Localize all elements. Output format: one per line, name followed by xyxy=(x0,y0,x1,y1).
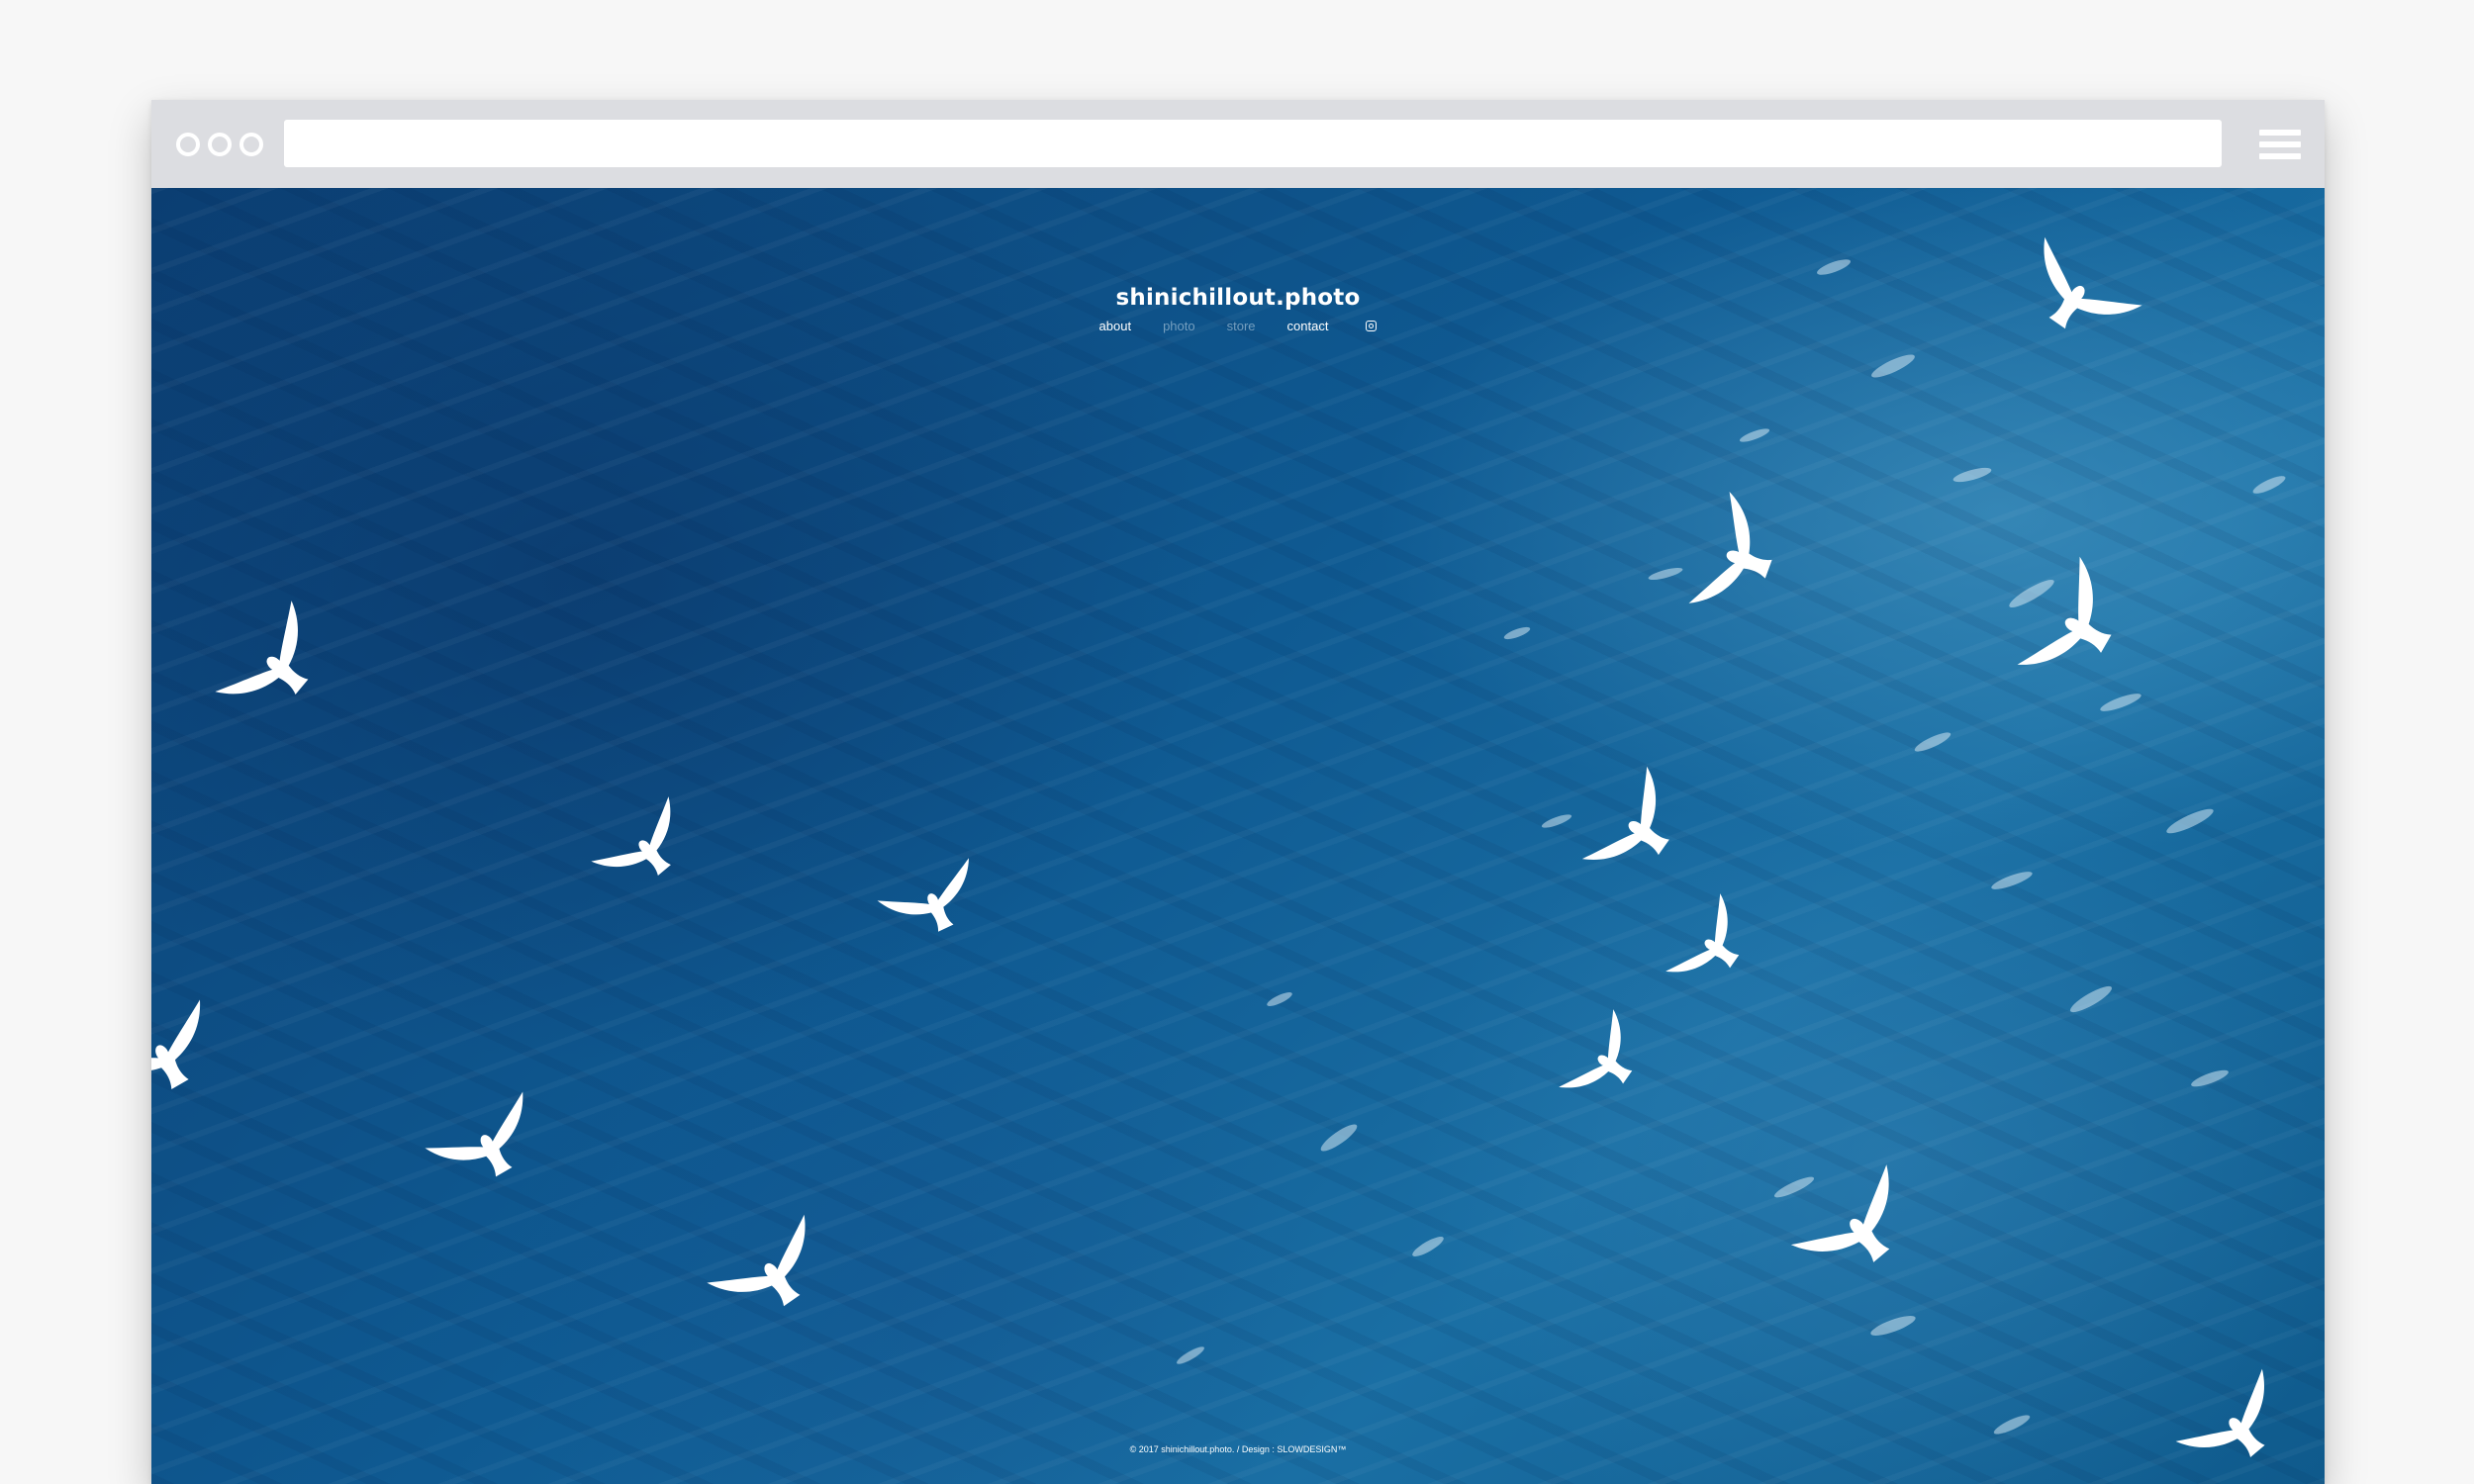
window-controls xyxy=(176,133,263,156)
menu-icon[interactable] xyxy=(2259,130,2301,159)
nav-store[interactable]: store xyxy=(1227,319,1256,333)
nav-about[interactable]: about xyxy=(1099,319,1132,333)
window-dot-icon[interactable] xyxy=(239,133,263,156)
seagull-icon xyxy=(151,236,2301,1484)
page-viewport: shinichillout.photo about photo store co… xyxy=(151,188,2325,1484)
instagram-icon[interactable] xyxy=(1366,321,1378,331)
window-dot-icon[interactable] xyxy=(176,133,200,156)
browser-window: shinichillout.photo about photo store co… xyxy=(151,100,2325,1484)
site-title[interactable]: shinichillout.photo xyxy=(151,285,2325,311)
browser-toolbar xyxy=(151,100,2325,188)
seagulls-photo xyxy=(151,236,2301,1484)
nav-photo[interactable]: photo xyxy=(1163,319,1195,333)
footer-copyright: © 2017 shinichillout.photo. / Design : S… xyxy=(1129,1444,1347,1454)
site-navigation: about photo store contact xyxy=(151,319,2325,333)
window-dot-icon[interactable] xyxy=(208,133,232,156)
address-bar[interactable] xyxy=(284,120,2222,167)
nav-contact[interactable]: contact xyxy=(1287,319,1329,333)
